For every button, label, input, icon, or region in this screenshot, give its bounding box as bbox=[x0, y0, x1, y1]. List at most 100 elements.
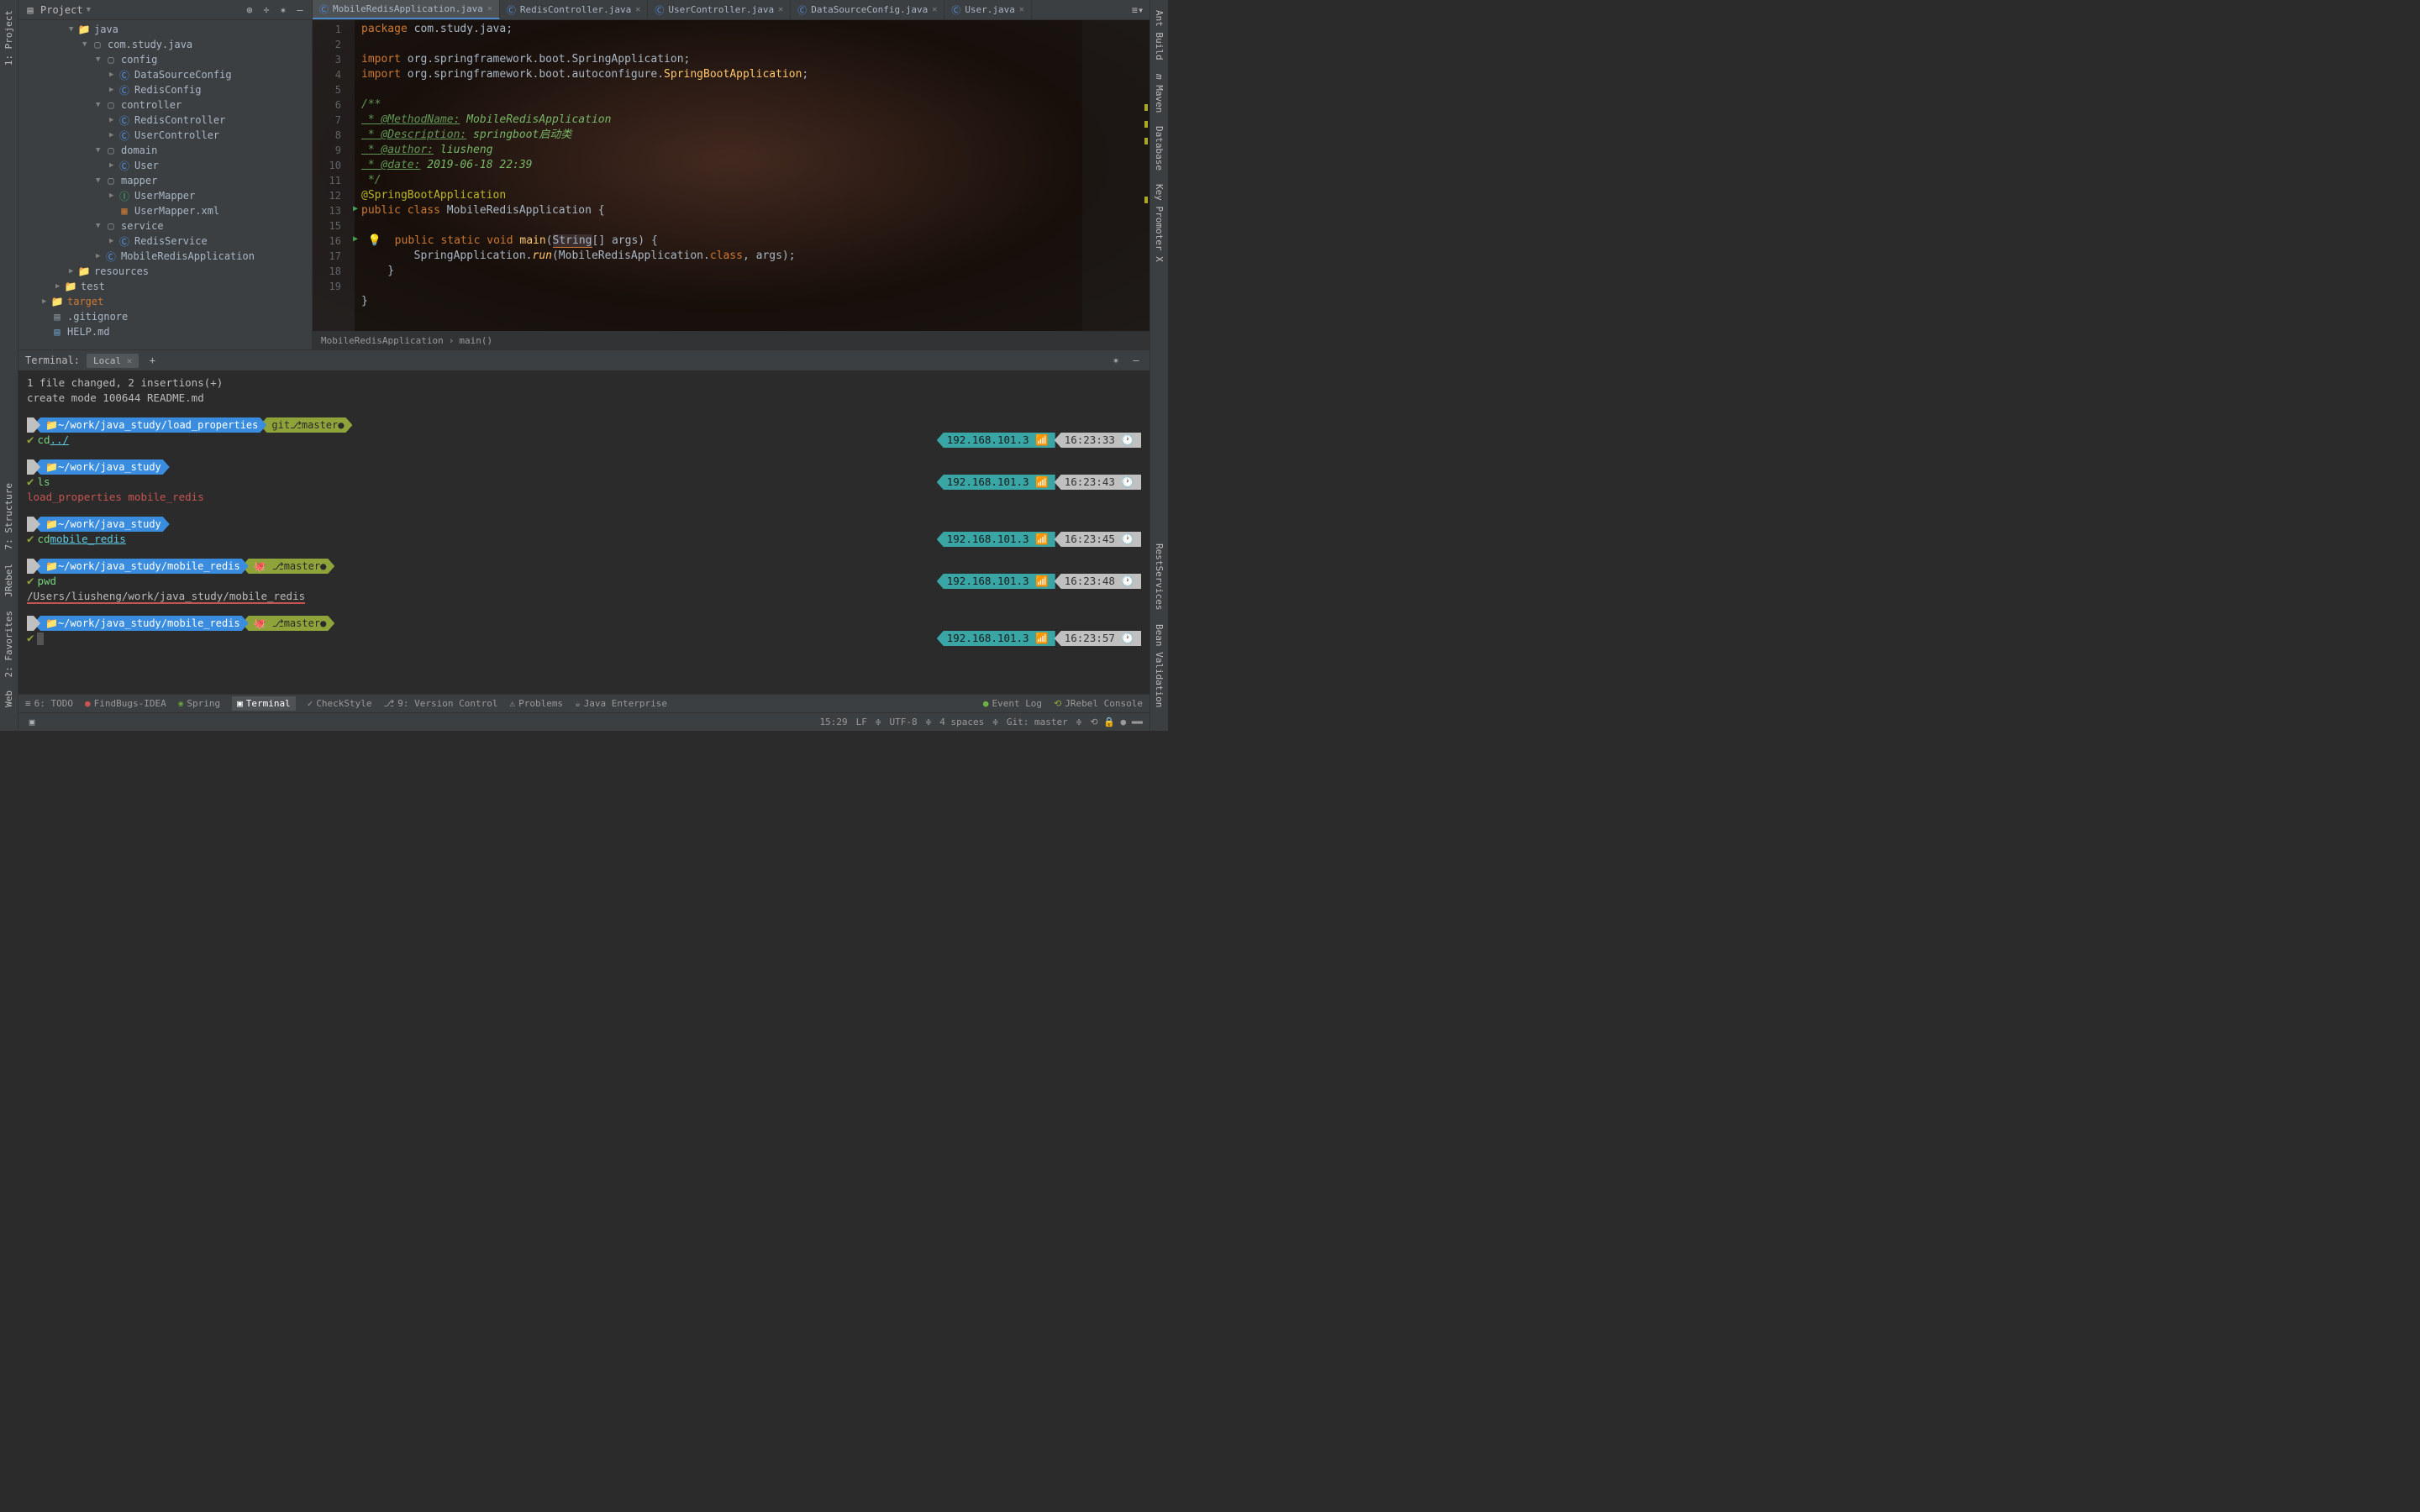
tree-class[interactable]: ▶ⒸRedisConfig bbox=[18, 82, 312, 97]
prompt-ip: 192.168.101.3 📶 bbox=[937, 574, 1055, 589]
tree-package-service[interactable]: ▼▢service bbox=[18, 218, 312, 234]
settings-icon[interactable]: ✶ bbox=[276, 3, 290, 17]
project-title: Project bbox=[40, 4, 83, 16]
tree-xml[interactable]: ▦UserMapper.xml bbox=[18, 203, 312, 218]
project-panel: ▤ Project ▼ ⊕ ÷ ✶ — ▼📁java ▼▢com.study.j… bbox=[18, 0, 313, 349]
terminal-body[interactable]: 1 file changed, 2 insertions(+) create m… bbox=[18, 370, 1150, 694]
tree-folder-test[interactable]: ▶📁test bbox=[18, 279, 312, 294]
code-content[interactable]: package com.study.java; import org.sprin… bbox=[355, 20, 1082, 331]
status-icons[interactable]: ⟲ 🔒 ● ▬▬ bbox=[1090, 717, 1143, 727]
vcs-button[interactable]: ⎇ 9: Version Control bbox=[384, 698, 498, 709]
status-git[interactable]: Git: master bbox=[1007, 717, 1068, 727]
collapse-icon[interactable]: ÷ bbox=[260, 3, 273, 17]
project-tool-button[interactable]: 1: Project bbox=[3, 10, 14, 66]
todo-button[interactable]: ≡ 6: TODO bbox=[25, 698, 73, 709]
tab-dsconfig[interactable]: ⒸDataSourceConfig.java✕ bbox=[791, 0, 944, 19]
prompt-ip: 192.168.101.3 📶 bbox=[937, 532, 1055, 547]
new-terminal-icon[interactable]: + bbox=[145, 354, 159, 367]
tree-label: MobileRedisApplication bbox=[121, 250, 255, 262]
tree-folder-resources[interactable]: ▶📁resources bbox=[18, 264, 312, 279]
status-encoding[interactable]: UTF-8 bbox=[890, 717, 918, 727]
editor-body[interactable]: 123456789101112131516171819 ▶ ▶ package … bbox=[313, 20, 1150, 331]
status-indent[interactable]: 4 spaces bbox=[939, 717, 984, 727]
ant-tool-button[interactable]: Ant Build bbox=[1154, 10, 1165, 60]
windows-icon[interactable]: ▣ bbox=[25, 716, 39, 729]
tree-package-domain[interactable]: ▼▢domain bbox=[18, 143, 312, 158]
status-bar: ▣ 15:29 LF ≑ UTF-8 ≑ 4 spaces ≑ Git: mas… bbox=[18, 712, 1150, 731]
tree-class-app[interactable]: ▶ⒸMobileRedisApplication bbox=[18, 249, 312, 264]
close-icon[interactable]: ✕ bbox=[635, 5, 640, 14]
tree-package-config[interactable]: ▼▢config bbox=[18, 52, 312, 67]
breadcrumb-method[interactable]: main() bbox=[459, 335, 492, 346]
terminal-settings-icon[interactable]: ✶ bbox=[1109, 354, 1123, 367]
findbugs-button[interactable]: ● FindBugs-IDEA bbox=[85, 698, 166, 709]
tree-label: RedisController bbox=[134, 114, 225, 126]
terminal-tab-local[interactable]: Local ✕ bbox=[87, 354, 139, 368]
intention-bulb-icon[interactable]: 💡 bbox=[368, 234, 381, 247]
prompt-time: 16:23:48 🕐 bbox=[1055, 574, 1141, 589]
keypromoter-tool-button[interactable]: Key Promoter X bbox=[1154, 184, 1165, 262]
tree-label: mapper bbox=[121, 175, 157, 186]
tree-label: domain bbox=[121, 144, 157, 156]
tree-folder-java[interactable]: ▼📁java bbox=[18, 22, 312, 37]
jrebel-console-button[interactable]: ⟲ JRebel Console bbox=[1054, 698, 1143, 709]
problems-button[interactable]: ⚠ Problems bbox=[509, 698, 563, 709]
project-tree[interactable]: ▼📁java ▼▢com.study.java ▼▢config ▶ⒸDataS… bbox=[18, 20, 312, 349]
tree-file-help[interactable]: ▤HELP.md bbox=[18, 324, 312, 339]
close-icon[interactable]: ✕ bbox=[778, 5, 783, 14]
terminal-output: /Users/liusheng/work/java_study/mobile_r… bbox=[27, 590, 305, 604]
terminal-header: Terminal: Local ✕ + ✶ — bbox=[18, 350, 1150, 370]
favorites-tool-button[interactable]: 2: Favorites bbox=[3, 611, 14, 677]
spring-button[interactable]: ❀ Spring bbox=[178, 698, 220, 709]
tree-class[interactable]: ▶ⒸUserController bbox=[18, 128, 312, 143]
rest-tool-button[interactable]: RestServices bbox=[1154, 543, 1165, 610]
tree-package-controller[interactable]: ▼▢controller bbox=[18, 97, 312, 113]
javaee-button[interactable]: ☕ Java Enterprise bbox=[575, 698, 667, 709]
tree-package[interactable]: ▼▢com.study.java bbox=[18, 37, 312, 52]
tree-label: UserMapper bbox=[134, 190, 195, 202]
terminal-button[interactable]: ▣ Terminal bbox=[232, 696, 296, 711]
tab-rediscontroller[interactable]: ⒸRedisController.java✕ bbox=[500, 0, 648, 19]
minimap[interactable] bbox=[1082, 20, 1150, 331]
tabs-menu-icon[interactable]: ≡▾ bbox=[1131, 3, 1144, 17]
close-icon[interactable]: ✕ bbox=[932, 5, 937, 14]
prompt-time: 16:23:45 🕐 bbox=[1055, 532, 1141, 547]
tree-class[interactable]: ▶ⒸRedisService bbox=[18, 234, 312, 249]
tab-label: RedisController.java bbox=[520, 4, 631, 15]
breadcrumb[interactable]: MobileRedisApplication › main() bbox=[313, 331, 1150, 349]
tree-folder-target[interactable]: ▶📁target bbox=[18, 294, 312, 309]
tree-class[interactable]: ▶ⒸRedisController bbox=[18, 113, 312, 128]
status-lineending[interactable]: LF bbox=[856, 717, 867, 727]
maven-tool-button[interactable]: m Maven bbox=[1154, 74, 1165, 113]
tree-package-mapper[interactable]: ▼▢mapper bbox=[18, 173, 312, 188]
terminal-output: load_properties mobile_redis bbox=[27, 490, 1141, 505]
bean-tool-button[interactable]: Bean Validation bbox=[1154, 624, 1165, 707]
web-tool-button[interactable]: Web bbox=[3, 690, 14, 707]
tree-class[interactable]: ▶ⒸDataSourceConfig bbox=[18, 67, 312, 82]
tree-file-gitignore[interactable]: ▤.gitignore bbox=[18, 309, 312, 324]
tree-interface[interactable]: ▶ⒾUserMapper bbox=[18, 188, 312, 203]
tab-label: UserController.java bbox=[668, 4, 774, 15]
tab-mobileredis[interactable]: ⒸMobileRedisApplication.java✕ bbox=[313, 0, 500, 19]
tab-user[interactable]: ⒸUser.java✕ bbox=[944, 0, 1032, 19]
project-view-icon[interactable]: ▤ bbox=[24, 3, 37, 17]
status-position[interactable]: 15:29 bbox=[820, 717, 848, 727]
tab-usercontroller[interactable]: ⒸUserController.java✕ bbox=[648, 0, 791, 19]
terminal-cmd: ls bbox=[37, 475, 50, 490]
hide-icon[interactable]: — bbox=[293, 3, 307, 17]
terminal-title: Terminal: bbox=[25, 354, 80, 366]
tree-class[interactable]: ▶ⒸUser bbox=[18, 158, 312, 173]
locate-icon[interactable]: ⊕ bbox=[243, 3, 256, 17]
structure-tool-button[interactable]: 7: Structure bbox=[3, 483, 14, 549]
database-tool-button[interactable]: Database bbox=[1154, 126, 1165, 171]
check-icon: ✔ bbox=[27, 574, 34, 589]
terminal-hide-icon[interactable]: — bbox=[1129, 354, 1143, 367]
eventlog-button[interactable]: ● Event Log bbox=[983, 698, 1042, 709]
checkstyle-button[interactable]: ✓ CheckStyle bbox=[308, 698, 372, 709]
jrebel-tool-button[interactable]: JRebel bbox=[3, 564, 14, 597]
close-icon[interactable]: ✕ bbox=[487, 4, 492, 13]
prompt-path: 📁 ~/work/java_study/mobile_redis bbox=[34, 559, 249, 574]
breadcrumb-class[interactable]: MobileRedisApplication bbox=[321, 335, 444, 346]
terminal-cmd: pwd bbox=[37, 574, 56, 589]
close-icon[interactable]: ✕ bbox=[1019, 5, 1024, 14]
